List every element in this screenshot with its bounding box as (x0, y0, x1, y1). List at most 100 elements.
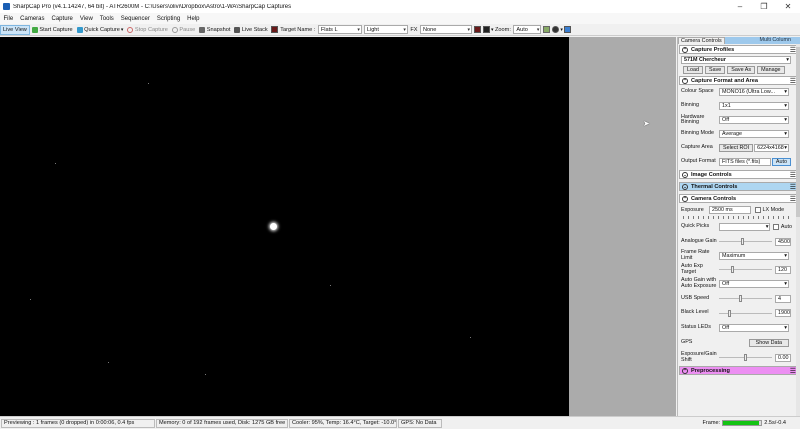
slider-thumb[interactable] (744, 354, 747, 361)
slider-thumb[interactable] (728, 309, 732, 317)
reticle-icon[interactable] (474, 26, 481, 33)
usb-speed-label: USB Speed (681, 294, 710, 301)
status-leds-select[interactable]: Off ▾ (719, 323, 789, 332)
chevron-down-icon[interactable]: ⌄ (682, 183, 688, 190)
panel-scrollbar[interactable] (796, 44, 800, 416)
image-viewer[interactable] (0, 37, 569, 416)
start-capture-button[interactable]: Start Capture (30, 25, 75, 35)
image-controls-header[interactable]: ⌄ Image Controls ☰ (679, 170, 799, 179)
show-data-button[interactable]: Show Data (748, 338, 789, 347)
tab-multi-column[interactable]: Multi Column (724, 37, 800, 44)
pause-label: Pause (179, 26, 196, 33)
histogram-icon[interactable] (270, 26, 278, 33)
thermal-controls-header[interactable]: ⌄ Thermal Controls ☰ (679, 182, 799, 191)
binning-select[interactable]: 1x1 ▾ (719, 102, 789, 110)
hardware-binning-value: Off (722, 117, 730, 123)
chevron-down-icon[interactable]: ▾ (560, 27, 563, 33)
hardware-binning-select[interactable]: Off ▾ (719, 116, 789, 124)
analogue-gain-input[interactable]: 4500 (775, 237, 791, 246)
quick-picks-select[interactable]: ▾ (719, 223, 771, 231)
scrollbar-thumb[interactable] (796, 47, 800, 217)
live-stack-button[interactable]: Live Stack (232, 25, 269, 35)
slider-thumb[interactable] (741, 238, 745, 245)
menu-capture[interactable]: Capture (48, 16, 76, 22)
zoom-select[interactable]: Auto ▾ (513, 25, 542, 34)
grid-icon[interactable] (483, 26, 490, 33)
camera-controls-header[interactable]: ⌃ Camera Controls ☰ (679, 194, 799, 203)
chevron-up-icon[interactable]: ⌃ (682, 367, 688, 374)
frame-label: Frame: (702, 420, 721, 426)
frame-rate-select[interactable]: Maximum ▾ (719, 251, 789, 260)
pause-button[interactable]: Pause (170, 25, 197, 35)
save-profile-button[interactable]: Save (705, 66, 726, 74)
output-format-label: Output Format (681, 158, 716, 165)
black-level-slider[interactable] (719, 309, 772, 317)
usb-speed-slider[interactable] (719, 295, 772, 302)
sharpcap-window: SharpCap Pro (v4.1.14247, 64 bit) - ATR2… (0, 0, 800, 429)
auto-exposure-checkbox[interactable] (773, 224, 780, 230)
chevron-down-icon: ▾ (467, 26, 470, 33)
quick-capture-button[interactable]: Quick Capture ▾ (75, 25, 126, 35)
auto-exp-target-slider[interactable] (719, 266, 772, 273)
stop-capture-button[interactable]: Stop Capture (125, 25, 169, 35)
menu-help[interactable]: Help (184, 16, 203, 22)
auto-exp-target-input[interactable]: 120 (775, 265, 791, 274)
minimize-button[interactable]: – (728, 0, 752, 13)
manage-profiles-button[interactable]: Manage (757, 66, 785, 74)
lx-mode-checkbox[interactable] (755, 207, 761, 213)
chevron-down-icon: ▾ (784, 145, 787, 151)
target-name-select[interactable]: Flats L ▾ (317, 25, 362, 34)
binning-mode-select[interactable]: Average ▾ (719, 130, 789, 138)
faint-star (55, 163, 56, 164)
snapshot-button[interactable]: Snapshot (197, 25, 232, 35)
auto-format-button[interactable]: Auto (771, 158, 791, 166)
colour-space-select[interactable]: MONO16 (Ultra Low... ▾ (719, 88, 789, 96)
tools-icon[interactable] (563, 26, 571, 33)
slider-thumb[interactable] (730, 266, 734, 273)
menu-bar: File Cameras Capture View Tools Sequence… (0, 13, 800, 24)
chevron-down-icon: ▾ (784, 252, 787, 259)
menu-cameras[interactable]: Cameras (17, 16, 48, 22)
profile-select[interactable]: 571M Chercheur ▾ (681, 56, 791, 64)
chevron-up-icon[interactable]: ⌃ (682, 77, 688, 84)
chevron-up-icon[interactable]: ⌃ (682, 195, 688, 202)
analogue-gain-slider[interactable] (719, 238, 772, 245)
cooler-status: Cooler: 95%, Temp: 16.4°C, Target: -10.0… (289, 418, 397, 428)
maximize-button[interactable]: ❐ (752, 0, 776, 13)
menu-file[interactable]: File (0, 16, 17, 22)
menu-scripting[interactable]: Scripting (153, 16, 183, 22)
camera-controls-title: Camera Controls (691, 195, 737, 202)
frame-progress-bar (722, 420, 763, 426)
capture-profiles-header[interactable]: ⌃ Capture Profiles ☰ (679, 45, 799, 54)
fx-select[interactable]: None ▾ (420, 25, 472, 34)
capture-area-select[interactable]: 6224x4168 ▾ (754, 144, 789, 152)
save-as-profile-button[interactable]: Save As (727, 66, 756, 74)
close-button[interactable]: ✕ (776, 0, 800, 13)
select-roi-button[interactable]: Select ROI (719, 144, 754, 152)
magnifier-icon[interactable] (552, 26, 560, 33)
usb-speed-input[interactable]: 4 (775, 294, 791, 303)
exposure-gain-shift-slider[interactable] (719, 354, 772, 361)
window-title: SharpCap Pro (v4.1.14247, 64 bit) - ATR2… (13, 3, 292, 10)
output-format-select[interactable]: FITS files (*.fits) (719, 158, 771, 166)
menu-tools[interactable]: Tools (96, 16, 117, 22)
auto-gain-select[interactable]: Off ▾ (719, 279, 789, 288)
frame-type-select[interactable]: Light ▾ (363, 25, 408, 34)
exposure-gain-shift-input[interactable]: 0.00 (775, 353, 791, 362)
chevron-up-icon[interactable]: ⌃ (682, 46, 688, 53)
camera-icon (199, 26, 206, 33)
menu-sequencer[interactable]: Sequencer (117, 16, 153, 22)
frame-type-value: Light (366, 26, 379, 33)
preprocessing-header[interactable]: ⌃ Preprocessing ☰ (679, 366, 799, 375)
chevron-down-icon: ▾ (357, 26, 360, 33)
chevron-down-icon[interactable]: ⌄ (682, 171, 688, 178)
black-level-input[interactable]: 1900 (775, 309, 791, 317)
load-profile-button[interactable]: Load (683, 66, 703, 74)
menu-view[interactable]: View (76, 16, 96, 22)
exposure-input[interactable]: 2500 ms (709, 206, 751, 214)
tab-camera-controls[interactable]: Camera Controls (678, 37, 725, 44)
live-view-button[interactable]: Live View (0, 24, 30, 35)
capture-format-header[interactable]: ⌃ Capture Format and Area ☰ (679, 76, 799, 85)
histogram-toggle-icon[interactable] (543, 26, 551, 33)
slider-thumb[interactable] (738, 295, 742, 302)
